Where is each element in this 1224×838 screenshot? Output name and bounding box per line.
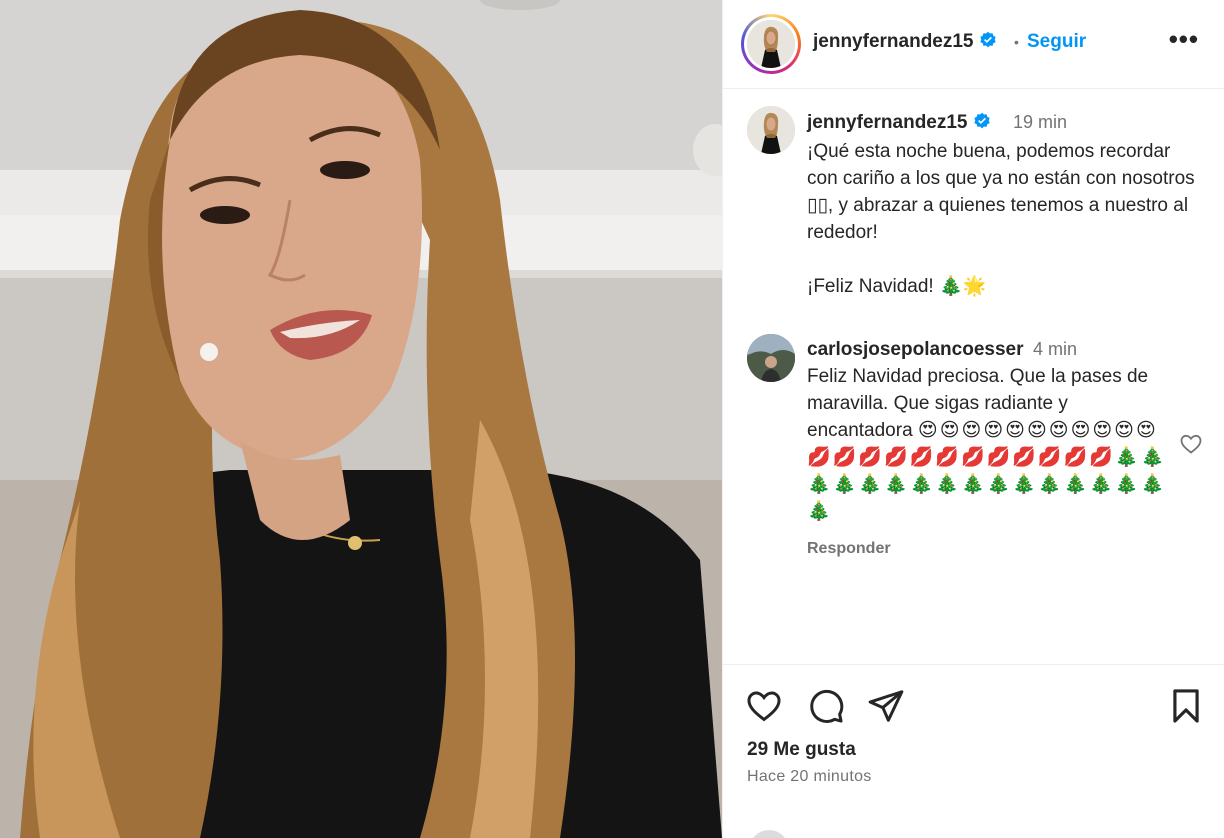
caption-time[interactable]: 19 min <box>1013 112 1067 133</box>
bookmark-icon[interactable] <box>1167 687 1205 725</box>
separator-dot: • <box>1014 34 1019 50</box>
post-side-panel: jennyfernandez15 • Seguir ••• jennyferna… <box>722 0 1224 838</box>
caption-username-text[interactable]: jennyfernandez15 <box>807 112 968 133</box>
comment-text: Feliz Navidad preciosa. Que la pases de … <box>807 363 1167 525</box>
caption-username[interactable]: jennyfernandez15 <box>807 112 991 134</box>
more-options-icon[interactable]: ••• <box>1169 26 1199 52</box>
post-actions-bar: 29 Me gusta Hace 20 minutos <box>723 664 1224 838</box>
reply-button[interactable]: Responder <box>807 540 891 558</box>
comment-icon[interactable] <box>807 687 845 725</box>
commenter-avatar[interactable] <box>747 334 795 382</box>
post-time-ago[interactable]: Hace 20 minutos <box>747 768 872 786</box>
likes-count[interactable]: 29 Me gusta <box>747 739 856 761</box>
follow-button[interactable]: Seguir <box>1027 31 1086 53</box>
commenter-username[interactable]: carlosjosepolancoesser <box>807 339 1024 361</box>
portrait-illustration <box>0 0 722 838</box>
post-header: jennyfernandez15 • Seguir ••• <box>723 0 1224 89</box>
verified-icon <box>974 112 990 129</box>
author-username[interactable]: jennyfernandez15 <box>813 31 997 53</box>
comment-time[interactable]: 4 min <box>1033 339 1077 360</box>
caption-avatar[interactable] <box>747 106 795 154</box>
post-photo <box>0 0 722 838</box>
caption-text: ¡Qué esta noche buena, podemos recordar … <box>807 141 1195 297</box>
author-avatar-ring[interactable] <box>741 14 801 74</box>
heart-icon[interactable] <box>745 687 783 725</box>
share-icon[interactable] <box>867 687 905 725</box>
author-avatar[interactable] <box>747 20 795 68</box>
author-username-text[interactable]: jennyfernandez15 <box>813 31 974 52</box>
comment-like-heart-icon[interactable] <box>1179 432 1203 456</box>
verified-icon <box>980 31 996 48</box>
